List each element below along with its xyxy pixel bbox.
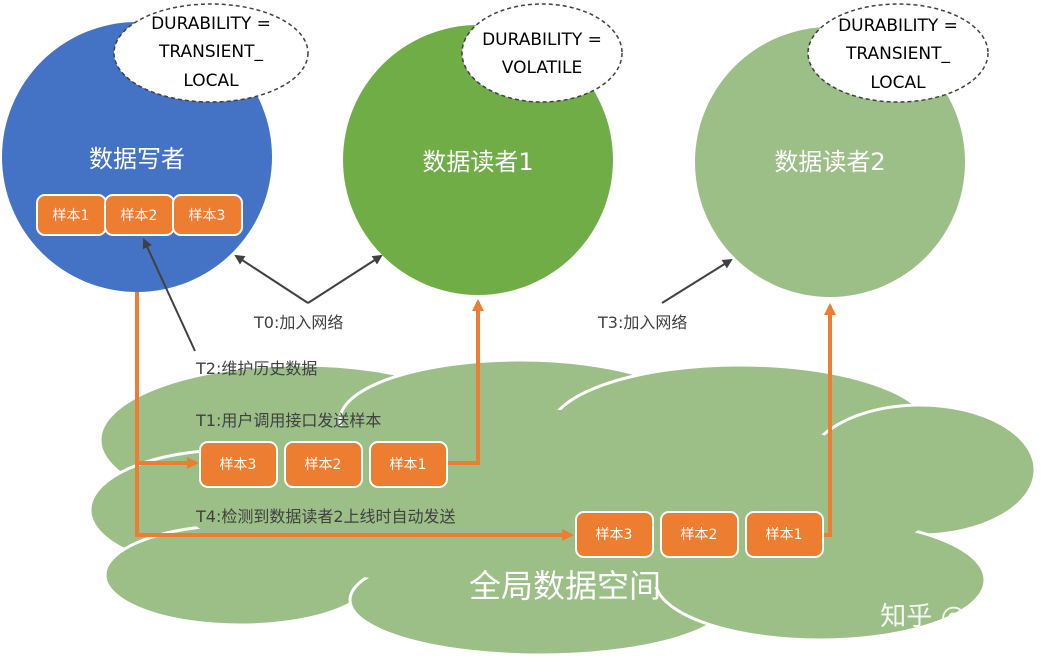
space-row1-sample-1: 样本1 — [390, 457, 427, 473]
writer-sample-1: 样本1 — [53, 208, 90, 224]
space-samples-row-1: 样本3 样本2 样本1 — [199, 441, 448, 488]
writer-qos-line-3: LOCAL — [183, 71, 239, 91]
t1-annotation: T1:用户调用接口发送样本 — [195, 411, 381, 430]
watermark: 知乎 @hzy — [880, 602, 1012, 632]
writer-qos-line-2: TRANSIENT_ — [158, 42, 264, 62]
writer-sample-3: 样本3 — [189, 208, 226, 224]
space-row2-sample-3: 样本3 — [596, 527, 633, 543]
space-row2-sample-2: 样本2 — [681, 527, 718, 543]
t0-annotation: T0:加入网络 — [253, 313, 343, 332]
reader-1-qos-bubble: DURABILITY = VOLATILE — [461, 3, 623, 103]
t3-join-arrow — [661, 258, 733, 304]
reader-1-qos-line-1: DURABILITY = — [482, 30, 602, 50]
t4-annotation: T4:检测到数据读者2上线时自动发送 — [195, 507, 456, 526]
space-row1-sample-3: 样本3 — [220, 457, 257, 473]
reader-2-qos-bubble: DURABILITY = TRANSIENT_ LOCAL — [807, 3, 989, 103]
durability-diagram: 全局数据空间 数据写者 DURABILITY = TRANSIENT_ LOCA… — [2, 3, 1037, 657]
writer-qos-bubble: DURABILITY = TRANSIENT_ LOCAL — [113, 3, 309, 103]
t3-annotation: T3:加入网络 — [597, 313, 687, 332]
t2-annotation: T2:维护历史数据 — [195, 359, 317, 378]
space-row1-sample-2: 样本2 — [305, 457, 342, 473]
writer-sample-2: 样本2 — [121, 208, 158, 224]
global-data-space-label: 全局数据空间 — [469, 567, 661, 605]
space-samples-row-2: 样本3 样本2 样本1 — [575, 511, 824, 558]
reader-2-qos-line-3: LOCAL — [870, 73, 926, 93]
data-writer-node: 数据写者 DURABILITY = TRANSIENT_ LOCAL 样本1 样… — [2, 3, 309, 292]
data-reader-1-label: 数据读者1 — [422, 148, 533, 176]
reader-2-qos-line-2: TRANSIENT_ — [845, 44, 951, 64]
data-reader-2-label: 数据读者2 — [774, 148, 885, 176]
reader-1-qos-line-2: VOLATILE — [502, 58, 583, 78]
data-reader-1-node: 数据读者1 DURABILITY = VOLATILE — [343, 3, 623, 295]
space-row2-sample-1: 样本1 — [766, 527, 803, 543]
writer-history-samples: 样本1 样本2 样本3 — [36, 194, 243, 236]
reader-2-qos-line-1: DURABILITY = — [838, 16, 958, 36]
writer-qos-line-1: DURABILITY = — [151, 14, 271, 34]
data-reader-2-node: 数据读者2 DURABILITY = TRANSIENT_ LOCAL — [695, 3, 989, 297]
data-writer-label: 数据写者 — [89, 145, 185, 173]
t0-join-arrows — [234, 254, 383, 304]
